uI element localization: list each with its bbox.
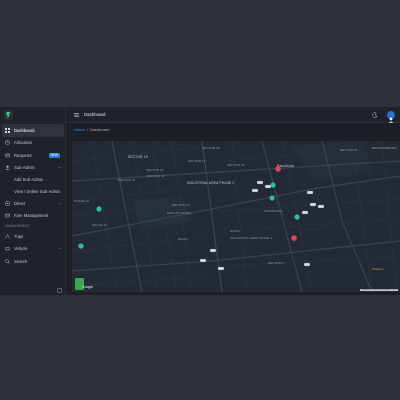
map-label: SECTOR 19: [128, 155, 148, 159]
section-label-management: MANAGEMENT: [5, 224, 30, 228]
theme-toggle-icon[interactable]: [372, 111, 378, 118]
sidebar-item-label: Dashboard: [14, 127, 35, 133]
map-attribution[interactable]: Keyboard shortcuts Map data ©2024: [360, 289, 398, 291]
sidebar-item-label: Allocation: [14, 140, 33, 146]
new-badge: NEW: [48, 152, 60, 159]
app-window: Dashboard Allocation Requests NEW Sub-Ad…: [0, 107, 400, 295]
fare-icon: [5, 213, 10, 218]
sidebar-item-add-sub-admin[interactable]: Add Sub-Admin: [0, 174, 66, 186]
breadcrumb-home-link[interactable]: Home: [74, 127, 85, 132]
map-label: SECTOR 21: [340, 148, 358, 152]
map-label: SECTOR 32: [147, 174, 165, 178]
sidebar-item-label: Vehicle: [14, 246, 28, 252]
map-label: SECTOR 2: [268, 261, 284, 265]
sidebar-item-label: Driver: [14, 200, 26, 206]
breadcrumb: Home / Dashboard: [74, 127, 109, 132]
vehicle-icon: [5, 246, 10, 251]
sidebar-item-label: Add Sub-Admin: [14, 177, 44, 183]
sidebar-item-label: Fare Management: [14, 213, 49, 219]
map-label: DARIA: [230, 229, 240, 233]
map-label: RAIPUR KHURD: [167, 211, 192, 215]
page-title: Dashboard: [84, 112, 106, 117]
sidebar-collapse-button[interactable]: [57, 288, 62, 293]
map-label: Panchkula: [277, 164, 294, 168]
sidebar-item-label: Trips: [14, 233, 24, 239]
map-label: INDUSTRIAL AREA PHASE 1: [230, 236, 273, 240]
map-view[interactable]: SECTOR 19 SECTOR 41 SECTOR 32 SECTOR 20 …: [72, 141, 400, 292]
logo-icon[interactable]: [4, 110, 13, 120]
search-icon: [5, 259, 10, 264]
sidebar-nav: Dashboard Allocation Requests NEW Sub-Ad…: [0, 124, 66, 268]
menu-icon[interactable]: [74, 112, 79, 117]
sidebar: Dashboard Allocation Requests NEW Sub-Ad…: [0, 107, 66, 295]
sidebar-item-label: Sub-Admin: [14, 165, 35, 171]
sidebar-item-search[interactable]: Search: [0, 255, 66, 268]
sidebar-item-label: Search: [14, 258, 28, 264]
map-label: BHAGWANPURA: [372, 146, 397, 150]
map-label: PHASE 10: [74, 199, 90, 203]
map-label: MANIMAJRA: [264, 209, 283, 213]
sidebar-item-driver[interactable]: Driver: [0, 197, 66, 210]
breadcrumb-separator: /: [86, 127, 88, 132]
sidebar-item-dashboard[interactable]: Dashboard: [2, 124, 64, 137]
map-label: SECTOR 12: [172, 203, 190, 207]
sidebar-item-sub-admin[interactable]: Sub-Admin: [0, 162, 66, 175]
sidebar-item-view-delete-sub-admin[interactable]: View / Delete Sub-Admin: [0, 186, 66, 198]
map-label: SECTOR 17: [188, 159, 206, 163]
driver-icon: [5, 200, 10, 206]
chevron-up-icon: [58, 166, 61, 169]
sub-admin-icon: [5, 165, 10, 171]
sidebar-item-label: Requests: [14, 152, 32, 158]
sidebar-item-requests[interactable]: Requests NEW: [0, 149, 66, 162]
requests-icon: [5, 153, 10, 158]
map-label: INDUSTRIAL AREA PHASE 2: [187, 181, 235, 185]
chevron-down-icon: [58, 247, 61, 250]
sidebar-item-allocation[interactable]: Allocation: [0, 137, 66, 150]
breadcrumb-current: Dashboard: [89, 127, 110, 132]
user-icon: [388, 117, 394, 123]
sidebar-item-trips[interactable]: Trips: [0, 230, 66, 243]
map-label: SECTOR 20: [146, 168, 164, 172]
sidebar-item-label: View / Delete Sub-Admin: [14, 188, 61, 194]
dashboard-icon: [5, 127, 10, 133]
map-label: PHASE 11: [92, 223, 107, 227]
map-label: SECTOR 26: [227, 163, 245, 167]
sidebar-item-fare-management[interactable]: Fare Management: [0, 210, 66, 223]
chevron-down-icon: [58, 202, 61, 205]
trips-icon: [5, 233, 10, 239]
allocation-icon: [5, 140, 10, 146]
top-header: Dashboard: [66, 107, 400, 123]
map-label: SECTOR 28: [202, 146, 220, 150]
google-logo-text: Google: [82, 285, 93, 289]
avatar[interactable]: [387, 110, 395, 123]
map-label: Zirakpur: [372, 267, 384, 271]
map-label: MAULI: [178, 237, 188, 241]
sidebar-item-vehicle[interactable]: Vehicle: [0, 243, 66, 256]
map-label: SECTOR 41: [118, 178, 136, 182]
